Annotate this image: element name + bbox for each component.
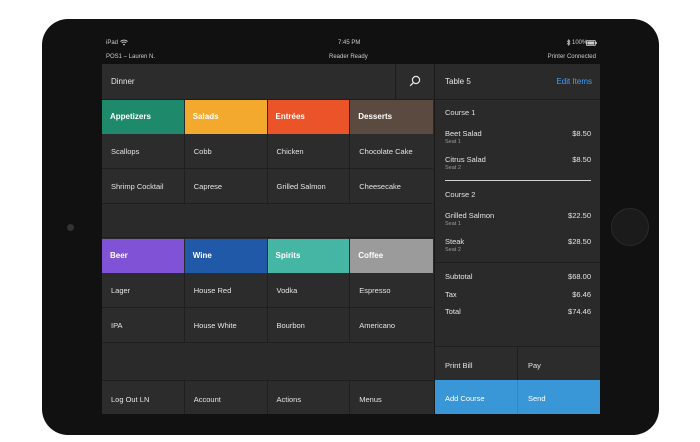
menu-item[interactable]: House White (184, 308, 268, 343)
tax-row: Tax $6.46 (445, 290, 591, 299)
category-entrees[interactable]: Entrées (267, 100, 351, 134)
edit-items-link[interactable]: Edit Items (556, 77, 592, 86)
menu-item-row: IPA House White Bourbon Americano (102, 308, 433, 343)
menu-header: Dinner (102, 64, 433, 100)
menus-button[interactable]: Menus (350, 381, 433, 414)
reader-status: Reader Ready (329, 54, 368, 60)
menu-item[interactable]: Lager (102, 273, 185, 308)
home-button[interactable] (611, 208, 649, 246)
menu-item[interactable]: Scallops (102, 134, 185, 169)
totals-divider (435, 262, 600, 263)
menu-item[interactable]: Grilled Salmon (267, 169, 351, 204)
menu-item[interactable]: Chocolate Cake (350, 134, 433, 169)
menu-item[interactable]: Chicken (267, 134, 351, 169)
ticket-line[interactable]: Grilled Salmon $22.50 (445, 211, 591, 220)
category-row-drinks: Beer Wine Spirits Coffee (102, 239, 433, 273)
pos-status-bar: POS1 – Lauren N. Reader Ready Printer Co… (102, 51, 600, 64)
table-name: Table 5 (445, 77, 471, 86)
category-row-food: Appetizers Salads Entrées Desserts (102, 100, 433, 134)
clock: 7:45 PM (338, 40, 361, 46)
battery-icon (586, 40, 597, 48)
tax-label: Tax (445, 290, 457, 299)
menu-title[interactable]: Dinner (111, 77, 135, 86)
search-button[interactable] (395, 64, 433, 100)
food-section: Appetizers Salads Entrées Desserts Scall… (102, 100, 433, 238)
add-course-button[interactable]: Add Course (435, 380, 518, 414)
category-coffee[interactable]: Coffee (350, 239, 433, 273)
ticket-item-price: $8.50 (572, 129, 591, 138)
wifi-icon (120, 39, 128, 48)
tax-value: $6.46 (572, 290, 591, 299)
menu-item[interactable]: Cheesecake (350, 169, 433, 204)
seat-label: Seat 1 (445, 139, 461, 145)
category-spirits[interactable]: Spirits (267, 239, 351, 273)
menu-item[interactable]: Bourbon (267, 308, 351, 343)
seat-label: Seat 1 (445, 221, 461, 227)
seat-label: Seat 2 (445, 247, 461, 253)
logout-button[interactable]: Log Out LN (102, 381, 185, 414)
ticket-item-price: $8.50 (572, 155, 591, 164)
ticket-item-name: Citrus Salad (445, 155, 486, 164)
category-appetizers[interactable]: Appetizers (102, 100, 185, 134)
ticket-pane: Table 5 Edit Items Course 1 Beet Salad $… (434, 64, 600, 414)
ticket-actions-row: Print Bill Pay (435, 346, 600, 380)
total-label: Total (445, 307, 461, 316)
ticket-item-name: Grilled Salmon (445, 211, 495, 220)
printer-status: Printer Connected (547, 54, 596, 60)
total-value: $74.46 (568, 307, 591, 316)
ticket-item-name: Steak (445, 237, 465, 246)
empty-row (102, 204, 433, 238)
actions-button[interactable]: Actions (268, 381, 351, 414)
camera (67, 224, 74, 231)
status-bar: iPad 7:45 PM 100% (102, 37, 600, 51)
course-divider (445, 180, 591, 181)
ticket-line[interactable]: Beet Salad $8.50 (445, 129, 591, 138)
menu-pane: Dinner Appetizers Salads Entrées Dessert… (102, 64, 433, 414)
search-icon (409, 75, 421, 87)
ticket-item-price: $28.50 (568, 237, 591, 246)
total-row: Total $74.46 (445, 307, 591, 316)
station-label: POS1 – Lauren N. (106, 54, 156, 60)
category-desserts[interactable]: Desserts (350, 100, 433, 134)
ticket-item-price: $22.50 (568, 211, 591, 220)
course-label: Course 2 (445, 190, 476, 199)
bluetooth-icon (566, 38, 571, 48)
bottom-toolbar: Log Out LN Account Actions Menus (102, 380, 433, 414)
ticket-primary-row: Add Course Send (435, 380, 600, 414)
menu-item[interactable]: House Red (184, 273, 268, 308)
send-button[interactable]: Send (518, 380, 600, 414)
menu-item[interactable]: Vodka (267, 273, 351, 308)
menu-item[interactable]: Caprese (184, 169, 268, 204)
seat-label: Seat 2 (445, 165, 461, 171)
subtotal-label: Subtotal (445, 272, 473, 281)
ticket-item-name: Beet Salad (445, 129, 482, 138)
print-bill-button[interactable]: Print Bill (435, 346, 518, 380)
menu-item-row: Shrimp Cocktail Caprese Grilled Salmon C… (102, 169, 433, 204)
drinks-section: Beer Wine Spirits Coffee Lager House Red… (102, 239, 433, 343)
pay-button[interactable]: Pay (518, 346, 600, 380)
category-salads[interactable]: Salads (184, 100, 268, 134)
category-wine[interactable]: Wine (184, 239, 268, 273)
ticket-line[interactable]: Citrus Salad $8.50 (445, 155, 591, 164)
menu-item-row: Lager House Red Vodka Espresso (102, 273, 433, 308)
menu-item-row: Scallops Cobb Chicken Chocolate Cake (102, 134, 433, 169)
subtotal-row: Subtotal $68.00 (445, 272, 591, 281)
menu-item[interactable]: Americano (350, 308, 433, 343)
ticket-line[interactable]: Steak $28.50 (445, 237, 591, 246)
ticket-header: Table 5 Edit Items (435, 64, 600, 100)
menu-item[interactable]: Espresso (350, 273, 433, 308)
course-label: Course 1 (445, 108, 476, 117)
subtotal-value: $68.00 (568, 272, 591, 281)
device-label: iPad (106, 40, 119, 46)
menu-item[interactable]: Shrimp Cocktail (102, 169, 185, 204)
category-beer[interactable]: Beer (102, 239, 185, 273)
screen: iPad 7:45 PM 100% POS1 – Lauren N. Reade… (102, 37, 600, 414)
account-button[interactable]: Account (185, 381, 268, 414)
menu-item[interactable]: Cobb (184, 134, 268, 169)
menu-item[interactable]: IPA (102, 308, 185, 343)
